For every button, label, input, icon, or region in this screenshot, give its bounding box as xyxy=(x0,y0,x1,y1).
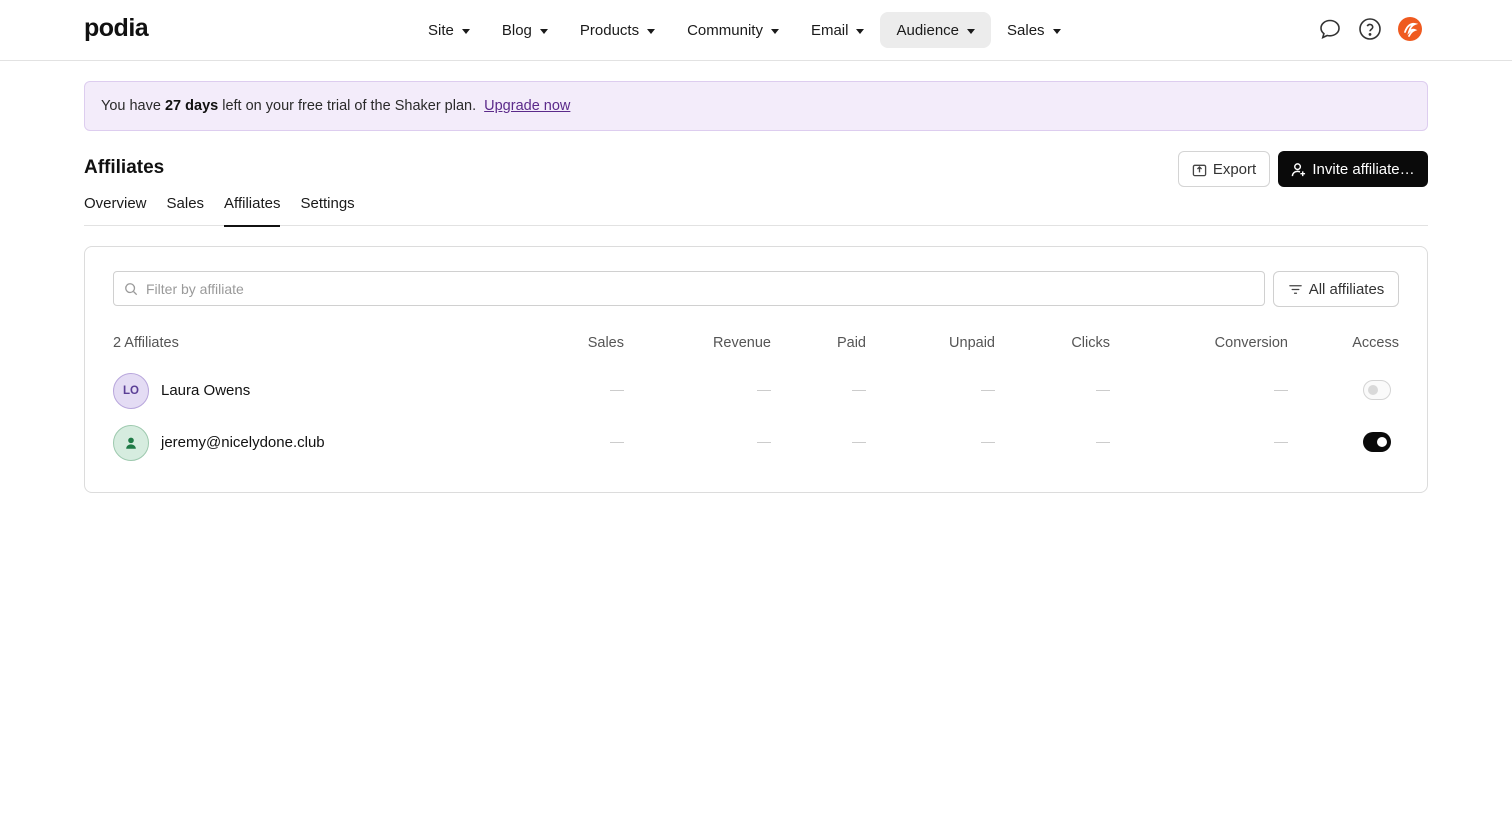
cell-conversion: — xyxy=(1274,433,1288,449)
caret-down-icon xyxy=(647,28,656,34)
caret-down-icon xyxy=(1052,28,1061,34)
header-unpaid: Unpaid xyxy=(949,335,995,351)
cell-paid: — xyxy=(852,381,866,397)
upgrade-now-link[interactable]: Upgrade now xyxy=(484,98,570,114)
nav-sales-label: Sales xyxy=(1007,21,1045,39)
main-nav: Site Blog Products Community Email Audie… xyxy=(412,12,1077,48)
caret-down-icon xyxy=(461,28,470,34)
header-revenue: Revenue xyxy=(712,335,771,351)
affiliate-name[interactable]: jeremy@nicelydone.club xyxy=(161,434,325,451)
banner-prefix: You have xyxy=(101,98,161,114)
cell-clicks: — xyxy=(1096,433,1110,449)
header-clicks: Clicks xyxy=(1071,335,1110,351)
all-affiliates-filter-button[interactable]: All affiliates xyxy=(1273,271,1399,307)
table-header: 2 Affiliates Sales Revenue Paid Unpaid C… xyxy=(113,335,1399,355)
nav-email[interactable]: Email xyxy=(795,12,881,48)
all-affiliates-label: All affiliates xyxy=(1308,280,1385,298)
nav-products-label: Products xyxy=(579,21,640,39)
export-icon xyxy=(1192,164,1207,176)
help-icon[interactable] xyxy=(1358,17,1382,41)
affiliate-count: 2 Affiliates xyxy=(113,335,179,351)
avatar: LO xyxy=(113,373,149,409)
cell-unpaid: — xyxy=(981,381,995,397)
table-row[interactable]: jeremy@nicelydone.club — — — — — — xyxy=(113,423,1399,463)
caret-down-icon xyxy=(967,28,976,34)
caret-down-icon xyxy=(856,28,865,34)
nav-community[interactable]: Community xyxy=(671,12,795,48)
affiliates-card: All affiliates 2 Affiliates Sales Revenu… xyxy=(84,246,1428,493)
chat-icon[interactable] xyxy=(1318,17,1342,41)
nav-community-label: Community xyxy=(687,21,763,39)
nav-site[interactable]: Site xyxy=(412,12,486,48)
cell-sales: — xyxy=(610,381,624,397)
table-row[interactable]: LO Laura Owens — — — — — — xyxy=(113,371,1399,411)
caret-down-icon xyxy=(539,28,548,34)
nav-email-label: Email xyxy=(810,21,849,39)
cell-conversion: — xyxy=(1274,381,1288,397)
banner-suffix: left on your free trial of the Shaker pl… xyxy=(222,98,477,114)
export-label: Export xyxy=(1212,160,1257,178)
top-icons xyxy=(1318,17,1422,41)
cell-unpaid: — xyxy=(981,433,995,449)
filter-search-box[interactable] xyxy=(113,271,1265,306)
nav-audience[interactable]: Audience xyxy=(880,12,992,48)
nav-audience-label: Audience xyxy=(896,21,960,39)
affiliate-name[interactable]: Laura Owens xyxy=(161,382,250,399)
add-user-icon xyxy=(1292,162,1306,176)
profile-avatar-icon[interactable] xyxy=(1398,17,1422,41)
cell-paid: — xyxy=(852,433,866,449)
tab-affiliates[interactable]: Affiliates xyxy=(224,181,281,227)
tab-sales[interactable]: Sales xyxy=(167,181,205,226)
top-navigation-bar: podia Site Blog Products Community Email… xyxy=(0,0,1512,61)
caret-down-icon xyxy=(770,28,779,34)
nav-blog[interactable]: Blog xyxy=(486,12,564,48)
header-conversion: Conversion xyxy=(1214,335,1288,351)
access-toggle[interactable] xyxy=(1363,380,1391,400)
banner-days: 27 days xyxy=(164,98,219,114)
nav-blog-label: Blog xyxy=(501,21,532,39)
nav-site-label: Site xyxy=(428,21,454,39)
cell-revenue: — xyxy=(757,433,771,449)
invite-label: Invite affiliate… xyxy=(1312,160,1415,178)
cell-clicks: — xyxy=(1096,381,1110,397)
page-title: Affiliates xyxy=(84,157,165,178)
user-icon xyxy=(126,437,136,449)
affiliate-tabs: Overview Sales Affiliates Settings xyxy=(84,181,1428,227)
header-sales: Sales xyxy=(587,335,624,351)
header-access: Access xyxy=(1352,335,1399,351)
tab-settings[interactable]: Settings xyxy=(300,181,354,226)
trial-banner: You have 27 days left on your free trial… xyxy=(84,81,1428,131)
filter-icon xyxy=(1288,284,1302,294)
nav-sales[interactable]: Sales xyxy=(991,12,1077,48)
search-icon xyxy=(125,282,138,295)
cell-revenue: — xyxy=(757,381,771,397)
podia-logo[interactable]: podia xyxy=(84,14,149,43)
access-toggle[interactable] xyxy=(1363,432,1391,452)
tab-overview[interactable]: Overview xyxy=(84,181,147,226)
avatar xyxy=(113,425,149,461)
nav-products[interactable]: Products xyxy=(564,12,671,48)
header-paid: Paid xyxy=(836,335,866,351)
cell-sales: — xyxy=(610,433,624,449)
filter-affiliate-input[interactable] xyxy=(146,280,1246,297)
